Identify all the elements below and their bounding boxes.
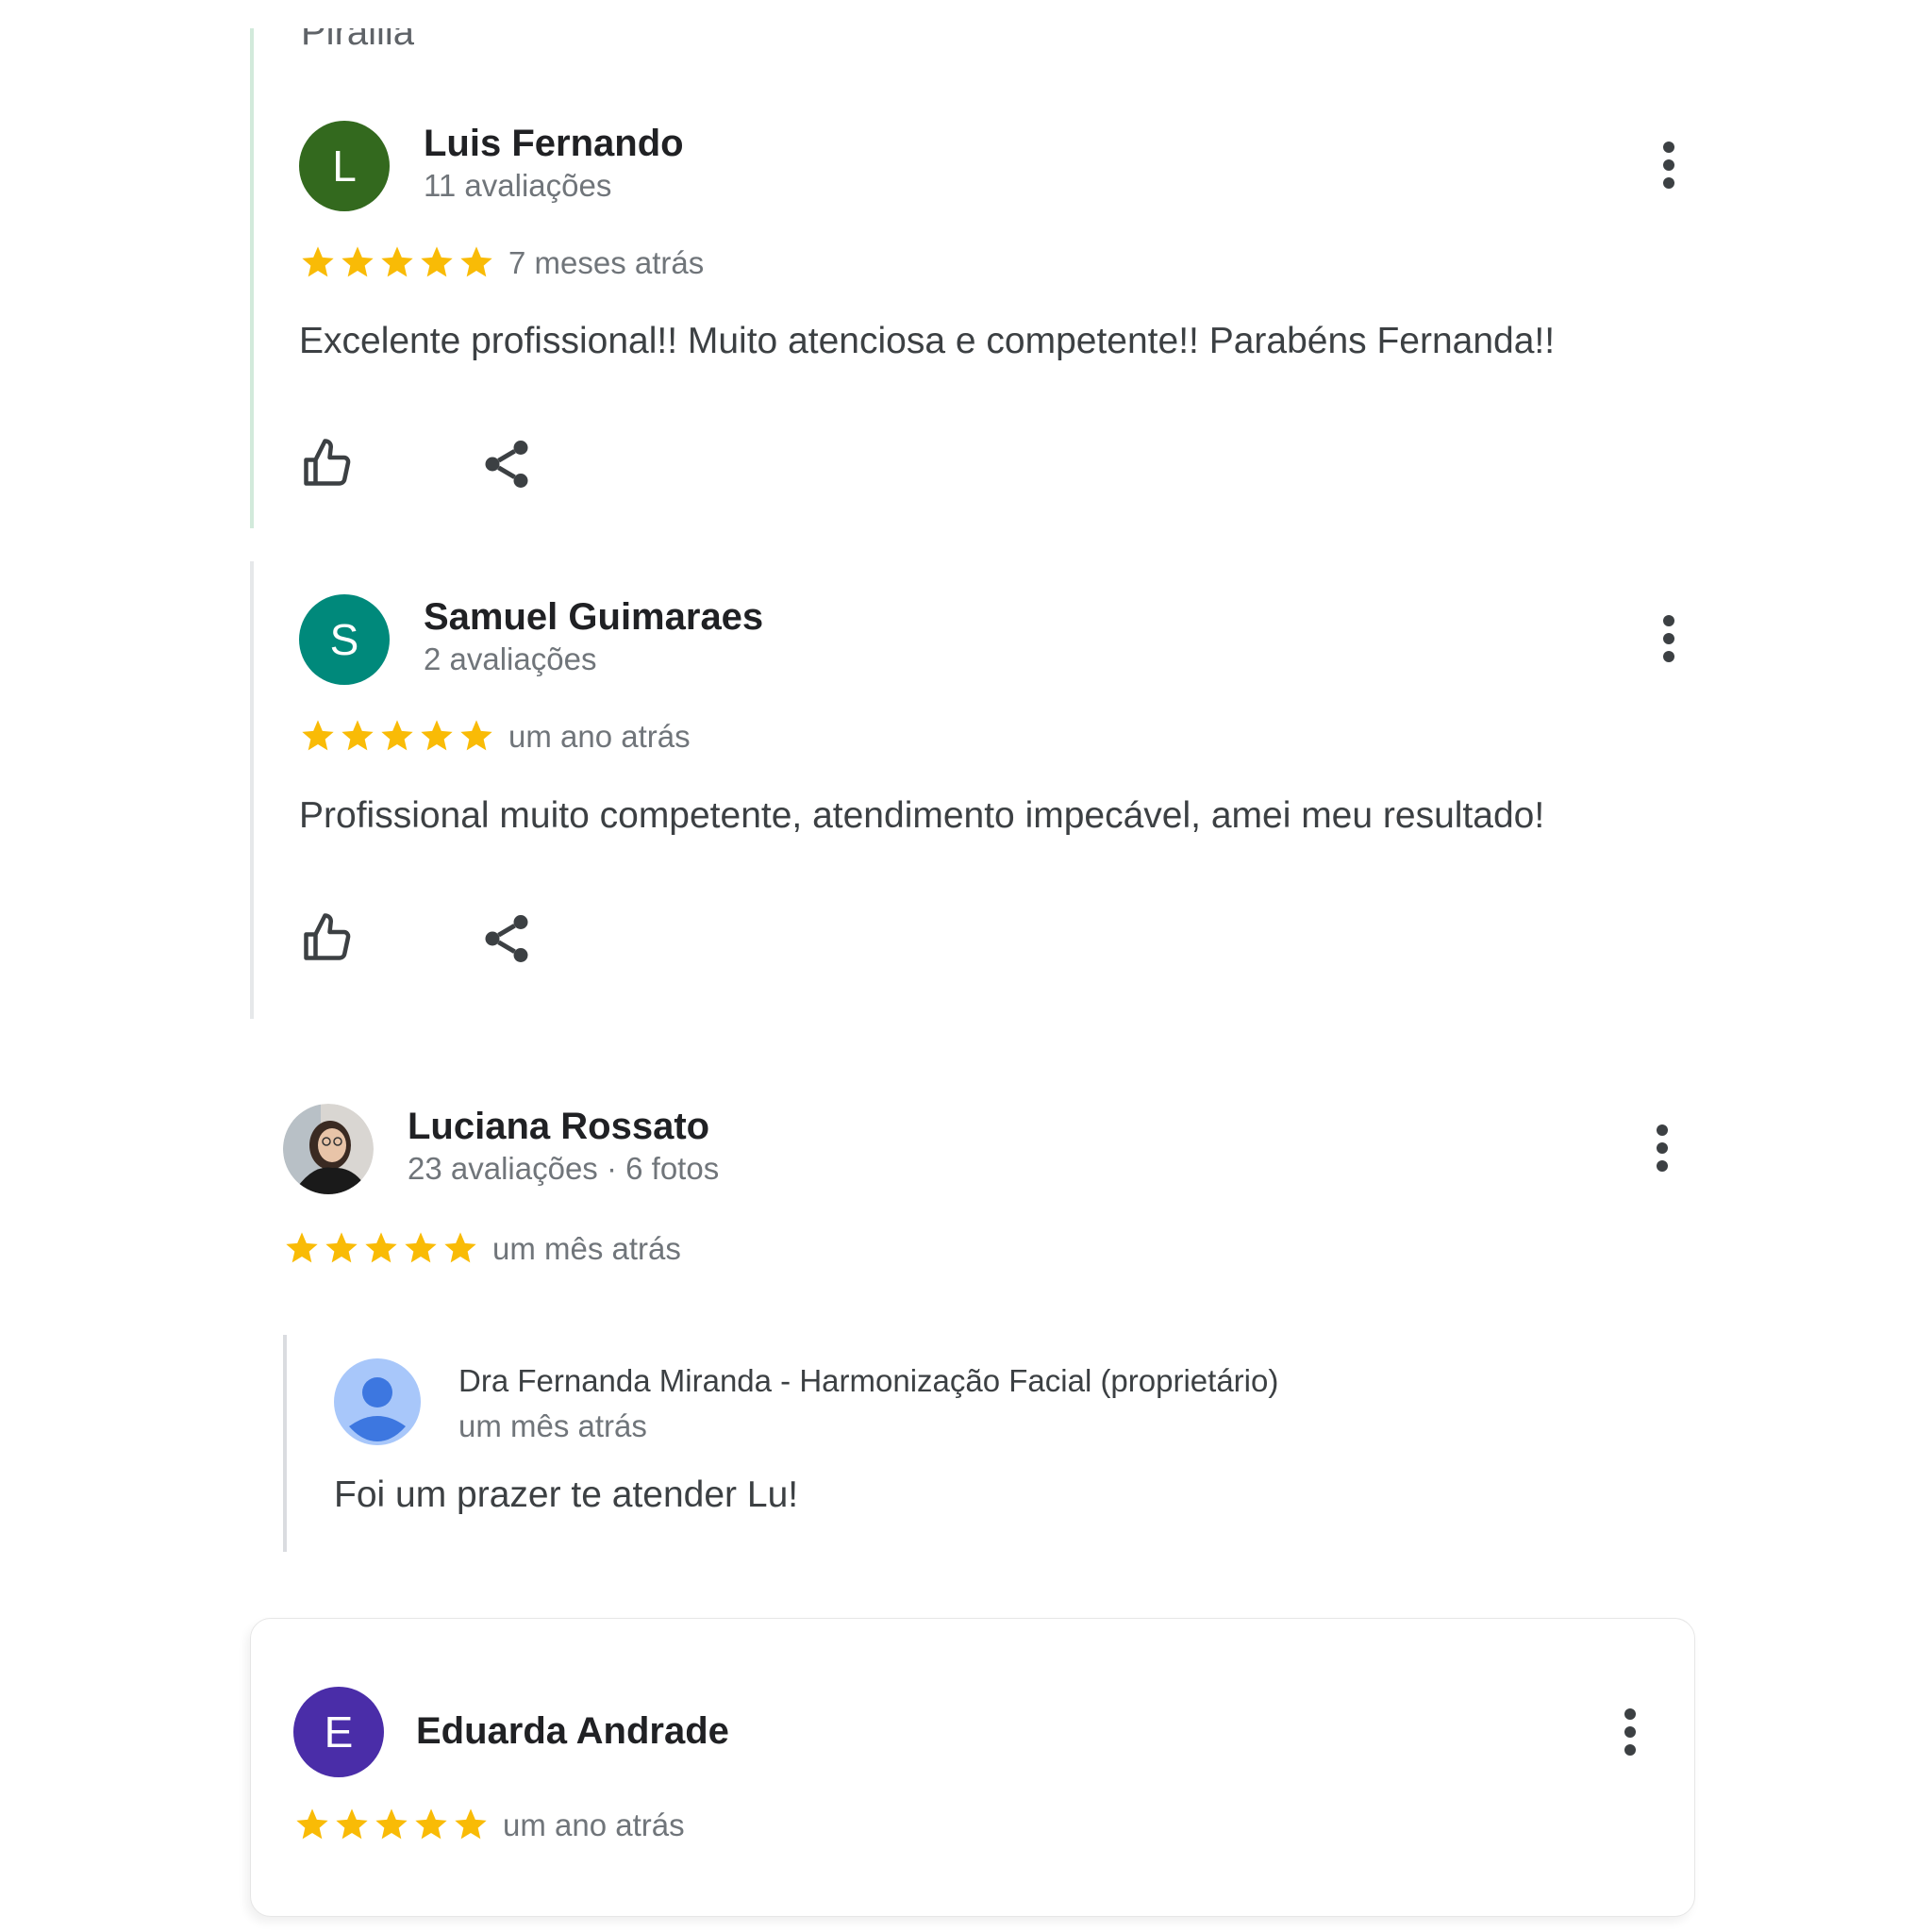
owner-name[interactable]: Dra Fernanda Miranda - Harmonização Faci… xyxy=(458,1363,1278,1399)
star-icon xyxy=(336,1808,368,1840)
avatar-initial: S xyxy=(329,615,359,664)
review-date: um mês atrás xyxy=(492,1231,681,1266)
review-count[interactable]: 2 avaliações xyxy=(424,641,596,677)
more-options-button[interactable] xyxy=(1643,1115,1681,1181)
share-icon[interactable] xyxy=(478,910,535,967)
reviewer-name[interactable]: Luciana Rossato xyxy=(408,1106,709,1148)
star-icon xyxy=(302,246,334,277)
avatar[interactable] xyxy=(283,1104,374,1194)
star-icon xyxy=(375,1808,408,1840)
star-icon xyxy=(381,720,413,751)
star-icon xyxy=(325,1232,358,1263)
star-icon xyxy=(341,246,374,277)
reply-text: Foi um prazer te atender Lu! xyxy=(334,1474,799,1515)
star-icon xyxy=(365,1232,397,1263)
avatar[interactable]: S xyxy=(299,594,390,685)
avatar-initial: E xyxy=(324,1707,354,1757)
review-count[interactable]: 11 avaliações xyxy=(424,168,611,204)
star-icon xyxy=(460,246,492,277)
thumbs-up-icon[interactable] xyxy=(299,434,356,491)
star-icon xyxy=(286,1232,318,1263)
share-icon[interactable] xyxy=(478,436,535,492)
review-text: Excelente profissional!! Muito atenciosa… xyxy=(299,321,1556,361)
avatar-initial: L xyxy=(332,142,357,191)
star-icon xyxy=(421,720,453,751)
reviewer-name[interactable]: Samuel Guimaraes xyxy=(424,596,763,639)
star-icon xyxy=(444,1232,476,1263)
star-icon xyxy=(302,720,334,751)
thumbs-up-icon[interactable] xyxy=(299,908,356,965)
star-icon xyxy=(460,720,492,751)
star-rating xyxy=(283,1229,479,1267)
review-date: 7 meses atrás xyxy=(508,245,705,280)
reviewer-name[interactable]: Luis Fernando xyxy=(424,123,684,165)
star-rating xyxy=(293,1806,490,1843)
more-options-button[interactable] xyxy=(1650,132,1688,198)
review-card: Pirallia L Luis Fernando 11 avaliações 7… xyxy=(250,28,1697,528)
star-icon xyxy=(421,246,453,277)
star-icon xyxy=(296,1808,328,1840)
star-icon xyxy=(455,1808,487,1840)
avatar[interactable]: L xyxy=(299,121,390,211)
cutoff-text: Pirallia xyxy=(301,11,415,53)
reviewer-name[interactable]: Eduarda Andrade xyxy=(416,1710,729,1753)
review-card: E Eduarda Andrade um ano atrás xyxy=(250,1618,1695,1917)
review-card: Luciana Rossato 23 avaliações · 6 fotos … xyxy=(250,1061,1693,1590)
star-icon xyxy=(381,246,413,277)
star-icon xyxy=(405,1232,437,1263)
reply-date: um mês atrás xyxy=(458,1408,647,1443)
review-date: um ano atrás xyxy=(503,1807,685,1842)
star-icon xyxy=(415,1808,447,1840)
review-card: S Samuel Guimaraes 2 avaliações um ano a… xyxy=(250,561,1697,1019)
more-options-button[interactable] xyxy=(1611,1699,1649,1765)
review-text: Profissional muito competente, atendimen… xyxy=(299,795,1545,836)
owner-reply: Dra Fernanda Miranda - Harmonização Faci… xyxy=(283,1335,1607,1552)
avatar[interactable]: E xyxy=(293,1687,384,1777)
star-icon xyxy=(341,720,374,751)
star-rating xyxy=(299,243,495,281)
star-rating xyxy=(299,717,495,755)
default-profile-icon xyxy=(334,1358,421,1445)
review-count[interactable]: 23 avaliações · 6 fotos xyxy=(408,1151,719,1187)
more-options-button[interactable] xyxy=(1650,606,1688,672)
review-date: um ano atrás xyxy=(508,719,691,754)
